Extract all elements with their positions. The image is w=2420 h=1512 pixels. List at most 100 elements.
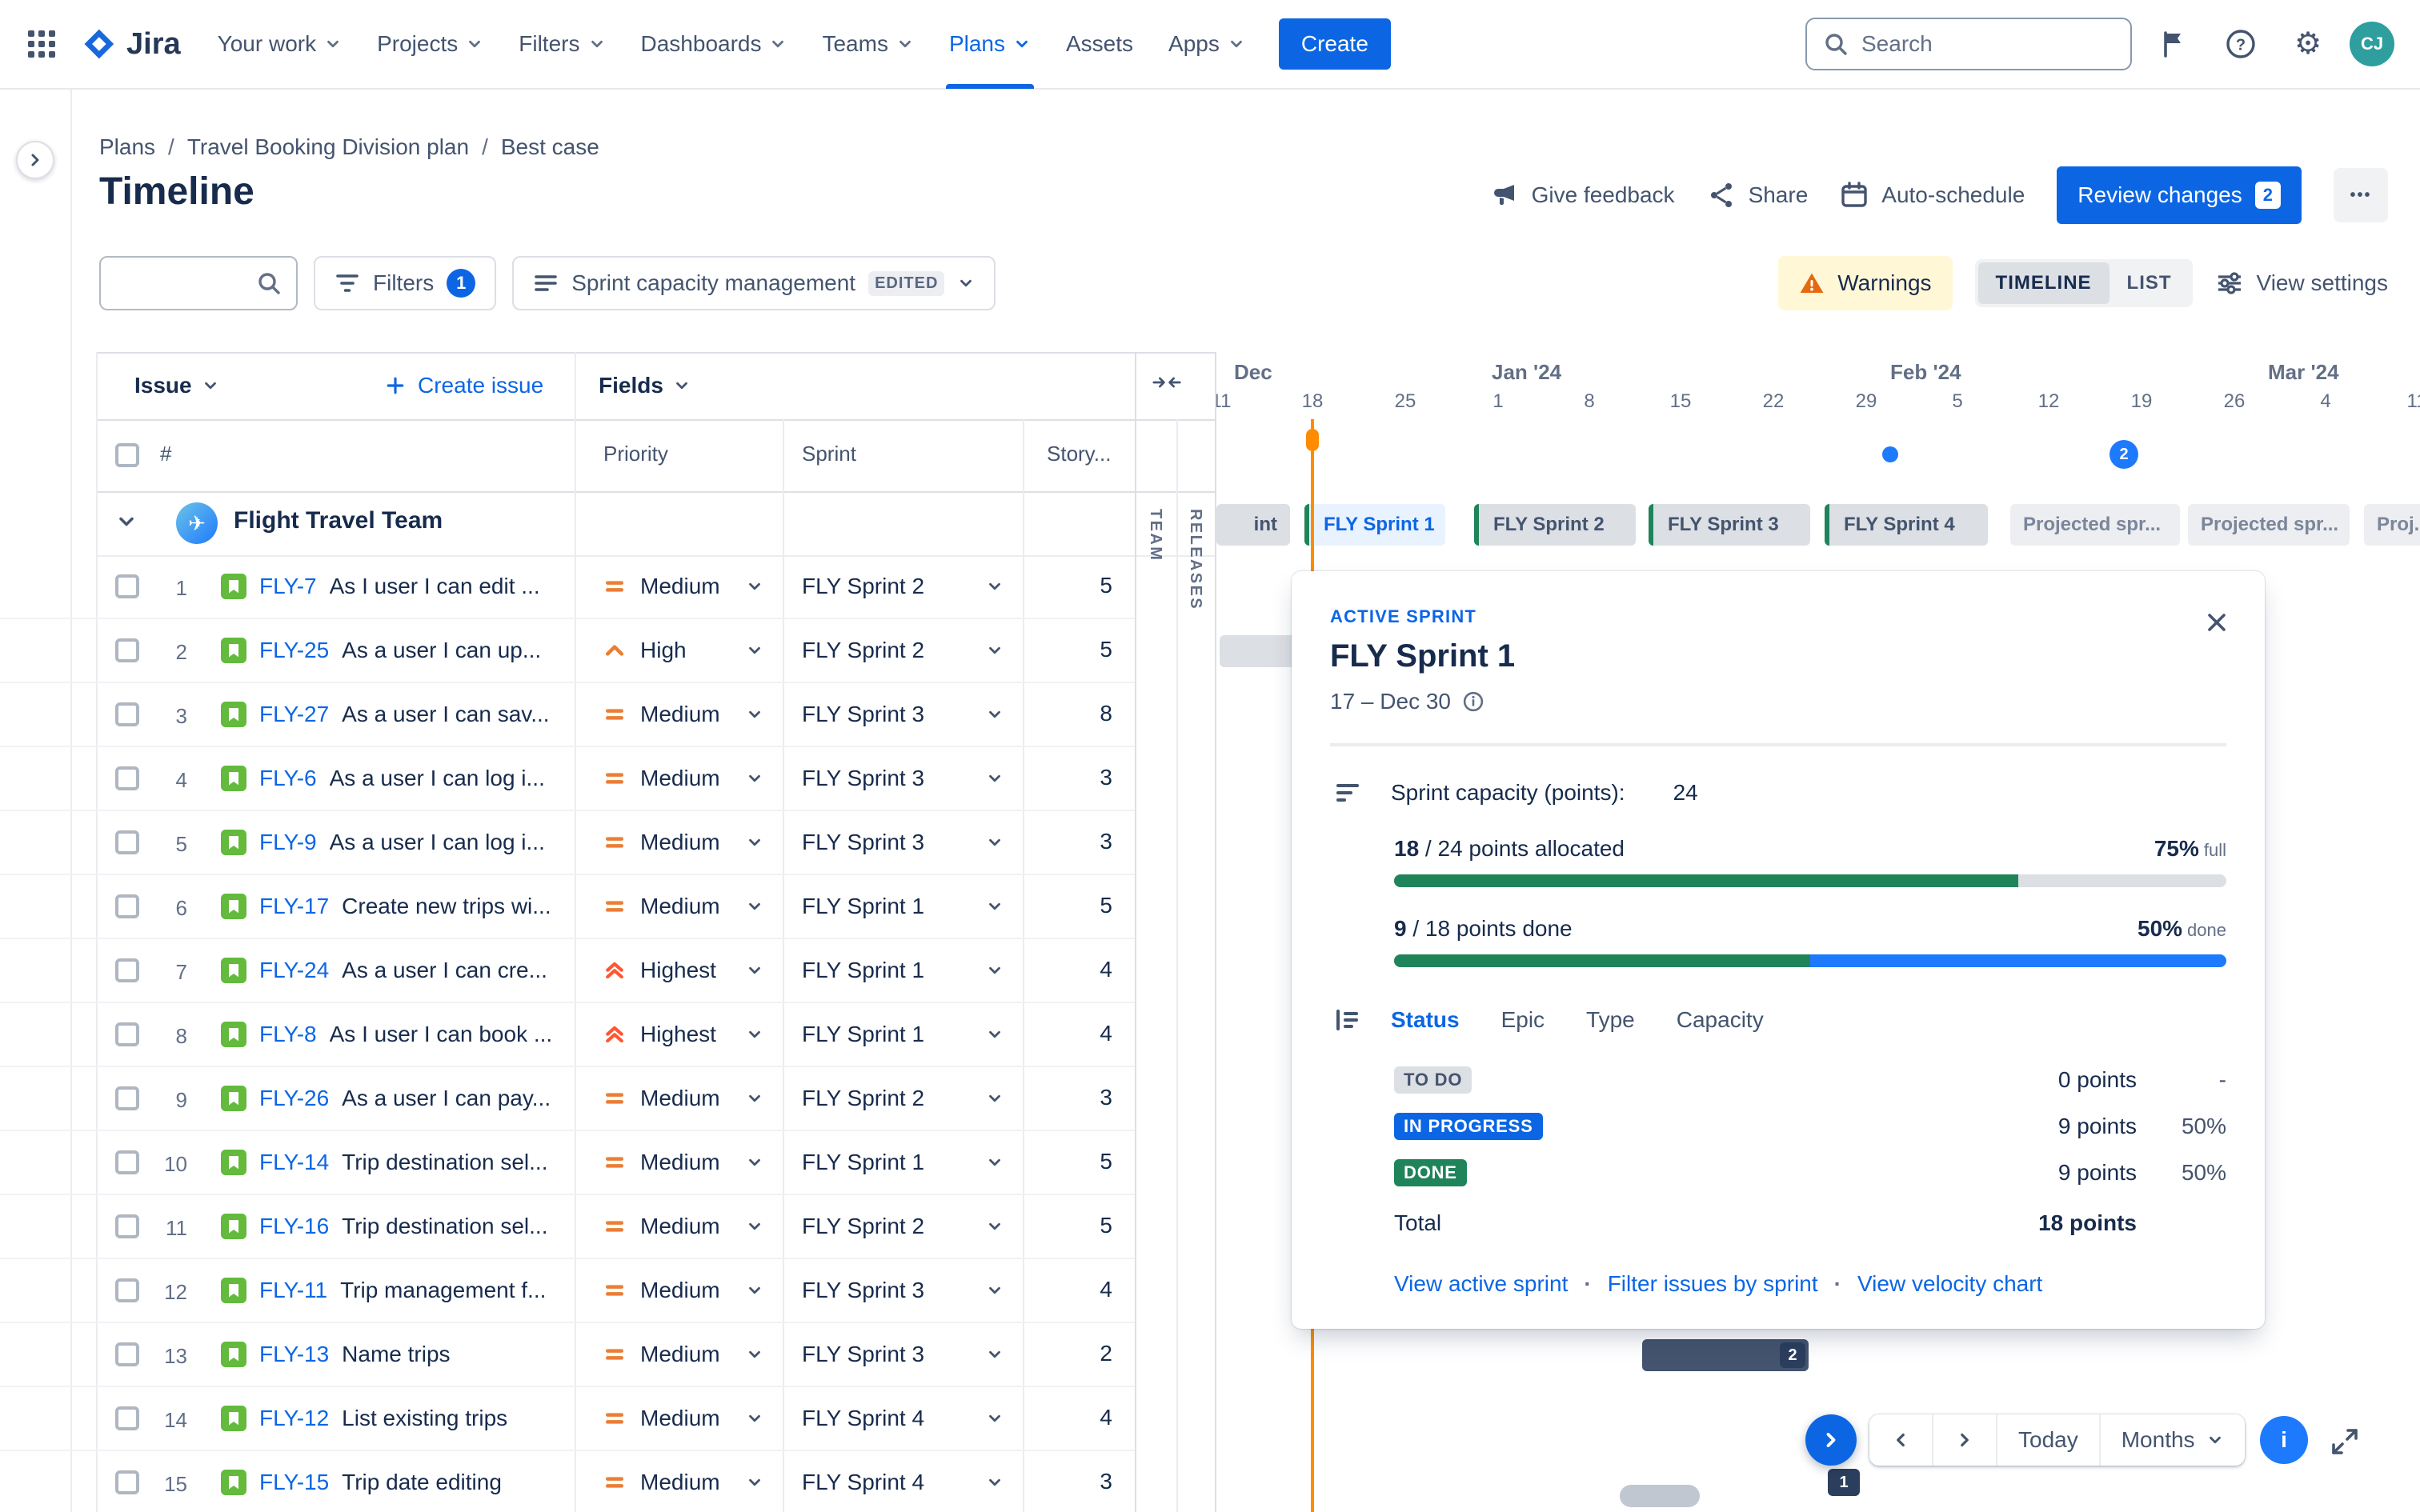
row-checkbox[interactable] (115, 1470, 139, 1494)
popup-link[interactable]: Filter issues by sprint (1608, 1271, 1818, 1297)
row-checkbox[interactable] (115, 574, 139, 598)
row-checkbox[interactable] (115, 1214, 139, 1238)
scroll-left-button[interactable] (1869, 1414, 1932, 1466)
issue-key-link[interactable]: FLY-26 (259, 1086, 329, 1111)
info-icon[interactable] (1462, 690, 1484, 713)
priority-dropdown[interactable]: Medium (575, 811, 783, 874)
issue-key-link[interactable]: FLY-15 (259, 1470, 329, 1495)
sprint-dropdown[interactable]: FLY Sprint 3 (783, 1259, 1023, 1322)
issue-bar[interactable] (1620, 1485, 1700, 1507)
info-button[interactable]: i (2260, 1416, 2308, 1464)
plan-search-input[interactable] (115, 270, 256, 296)
nav-item-projects[interactable]: Projects (359, 0, 501, 89)
sprint-dropdown[interactable]: FLY Sprint 2 (783, 1195, 1023, 1258)
give-feedback-button[interactable]: Give feedback (1490, 181, 1675, 210)
collapse-fields-button[interactable] (1152, 371, 1181, 394)
tab-epic[interactable]: Epic (1501, 1007, 1545, 1033)
nav-item-assets[interactable]: Assets (1048, 0, 1151, 89)
auto-schedule-button[interactable]: Auto-schedule (1840, 181, 2025, 210)
row-checkbox[interactable] (115, 1342, 139, 1366)
collapse-team-chevron[interactable] (115, 510, 138, 533)
sprint-dropdown[interactable]: FLY Sprint 3 (783, 811, 1023, 874)
today-button[interactable]: Today (1996, 1414, 2099, 1466)
sprint-dropdown[interactable]: FLY Sprint 1 (783, 1003, 1023, 1066)
expand-panel-button[interactable] (1805, 1414, 1857, 1466)
release-marker-dot[interactable] (1882, 446, 1898, 462)
breadcrumb-link[interactable]: Best case (501, 134, 599, 160)
priority-dropdown[interactable]: High (575, 619, 783, 682)
priority-dropdown[interactable]: Medium (575, 1131, 783, 1194)
priority-dropdown[interactable]: Medium (575, 1259, 783, 1322)
sprint-bar[interactable]: Projected spr... (2010, 504, 2180, 546)
sprint-dropdown[interactable]: FLY Sprint 4 (783, 1387, 1023, 1450)
priority-dropdown[interactable]: Medium (575, 1195, 783, 1258)
help-button[interactable]: ? (2215, 18, 2266, 70)
issue-key-link[interactable]: FLY-13 (259, 1342, 329, 1367)
sprint-bar[interactable]: Projected spr... (2188, 504, 2350, 546)
priority-dropdown[interactable]: Highest (575, 939, 783, 1002)
breadcrumb-link[interactable]: Travel Booking Division plan (187, 134, 469, 160)
issue-key-link[interactable]: FLY-9 (259, 830, 317, 855)
plan-search[interactable] (99, 256, 298, 310)
create-issue-button[interactable]: Create issue (384, 352, 543, 419)
issue-key-link[interactable]: FLY-6 (259, 766, 317, 791)
nav-item-apps[interactable]: Apps (1151, 0, 1263, 89)
sprint-dropdown[interactable]: FLY Sprint 3 (783, 1323, 1023, 1386)
issue-key-link[interactable]: FLY-11 (259, 1278, 327, 1303)
issue-key-link[interactable]: FLY-7 (259, 574, 317, 599)
fullscreen-button[interactable] (2324, 1421, 2366, 1462)
expand-sidebar-button[interactable] (16, 141, 54, 179)
row-checkbox[interactable] (115, 894, 139, 918)
row-checkbox[interactable] (115, 1406, 139, 1430)
row-checkbox[interactable] (115, 766, 139, 790)
popup-link[interactable]: View active sprint (1394, 1271, 1568, 1297)
priority-dropdown[interactable]: Medium (575, 683, 783, 746)
row-checkbox[interactable] (115, 638, 139, 662)
sprint-dropdown[interactable]: FLY Sprint 2 (783, 555, 1023, 618)
sprint-dropdown[interactable]: FLY Sprint 1 (783, 939, 1023, 1002)
sprint-bar[interactable]: int (1216, 504, 1290, 546)
row-checkbox[interactable] (115, 702, 139, 726)
priority-dropdown[interactable]: Medium (575, 747, 783, 810)
sprint-bar[interactable]: FLY Sprint 4 (1825, 504, 1988, 546)
fields-dropdown[interactable]: Fields (599, 352, 691, 419)
issue-key-link[interactable]: FLY-14 (259, 1150, 329, 1175)
issue-key-link[interactable]: FLY-27 (259, 702, 329, 727)
share-button[interactable]: Share (1707, 181, 1808, 210)
warnings-button[interactable]: Warnings (1778, 256, 1953, 310)
priority-dropdown[interactable]: Medium (575, 1067, 783, 1130)
sprint-bar[interactable]: Proj... (2364, 504, 2420, 546)
breadcrumb-link[interactable]: Plans (99, 134, 155, 160)
priority-dropdown[interactable]: Medium (575, 555, 783, 618)
filters-button[interactable]: Filters 1 (314, 256, 497, 310)
nav-item-plans[interactable]: Plans (932, 0, 1048, 89)
nav-item-filters[interactable]: Filters (501, 0, 623, 89)
list-toggle[interactable]: LIST (2109, 262, 2190, 304)
issue-key-link[interactable]: FLY-17 (259, 894, 329, 919)
issue-key-link[interactable]: FLY-8 (259, 1022, 317, 1047)
row-checkbox[interactable] (115, 1278, 139, 1302)
sprint-bar[interactable]: FLY Sprint 3 (1649, 504, 1810, 546)
tab-capacity[interactable]: Capacity (1677, 1007, 1764, 1033)
scroll-right-button[interactable] (1932, 1414, 1996, 1466)
timeline-toggle[interactable]: TIMELINE (1977, 262, 2109, 304)
row-checkbox[interactable] (115, 830, 139, 854)
row-checkbox[interactable] (115, 1150, 139, 1174)
priority-dropdown[interactable]: Highest (575, 1003, 783, 1066)
row-checkbox[interactable] (115, 958, 139, 982)
close-button[interactable] (2198, 603, 2236, 642)
row-checkbox[interactable] (115, 1086, 139, 1110)
app-switcher-button[interactable] (16, 18, 67, 70)
settings-button[interactable]: ⚙ (2282, 18, 2334, 70)
issue-bar[interactable]: 2 (1642, 1339, 1809, 1371)
sprint-bar[interactable]: FLY Sprint 2 (1474, 504, 1636, 546)
issue-key-link[interactable]: FLY-25 (259, 638, 329, 663)
priority-dropdown[interactable]: Medium (575, 1323, 783, 1386)
zoom-level-dropdown[interactable]: Months (2098, 1414, 2245, 1466)
sprint-dropdown[interactable]: FLY Sprint 2 (783, 619, 1023, 682)
priority-dropdown[interactable]: Medium (575, 875, 783, 938)
create-button[interactable]: Create (1278, 18, 1391, 70)
announcements-button[interactable] (2148, 18, 2199, 70)
jira-logo[interactable]: Jira (80, 26, 181, 62)
issue-bar-badge[interactable]: 1 (1828, 1469, 1860, 1496)
